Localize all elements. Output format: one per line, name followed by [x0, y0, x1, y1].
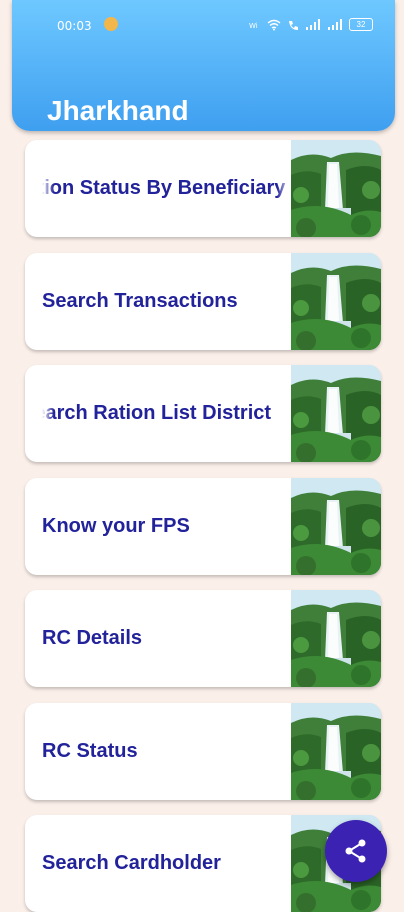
waterfall-image [291, 140, 381, 237]
label-fade [42, 365, 54, 462]
svg-text:Wi: Wi [249, 22, 258, 30]
waterfall-image [291, 365, 381, 462]
status-bar: 00:03 Wi 32 [12, 0, 395, 52]
status-time: 00:03 [57, 19, 92, 33]
share-icon [345, 839, 366, 863]
menu-item-search-ration-list[interactable]: Search Ration List District [25, 365, 381, 462]
wifi-icon [267, 19, 281, 30]
menu-item-search-transactions[interactable]: Search Transactions [25, 253, 381, 350]
status-icons: Wi 32 [249, 18, 373, 31]
menu-item-label: Search Cardholder [42, 852, 221, 874]
signal-icon [306, 18, 320, 30]
waterfall-image [291, 590, 381, 687]
battery-level: 32 [356, 20, 366, 29]
menu-item-label: Search Ration List District [42, 402, 272, 424]
menu-item-label: RC Details [42, 627, 143, 649]
menu-item-label: Ration Status By Beneficiary [42, 177, 286, 199]
menu-item-label: Know your FPS [42, 515, 190, 537]
waterfall-image [291, 253, 381, 350]
page-title: Jharkhand [47, 95, 189, 126]
menu-item-ration-status[interactable]: Ration Status By Beneficiary [25, 140, 381, 237]
menu-item-rc-details[interactable]: RC Details [25, 590, 381, 687]
call-icon [289, 20, 298, 30]
waterfall-image [291, 703, 381, 800]
share-button[interactable] [325, 820, 387, 882]
battery-icon: 32 [349, 18, 373, 31]
menu-item-know-your-fps[interactable]: Know your FPS [25, 478, 381, 575]
vowifi-icon: Wi [249, 22, 258, 30]
waterfall-image [291, 478, 381, 575]
label-fade [42, 140, 54, 237]
menu-item-rc-status[interactable]: RC Status [25, 703, 381, 800]
signal-icon [328, 18, 342, 30]
app-header: 00:03 Wi 32 Jharkhand [12, 0, 395, 131]
notification-icon [104, 17, 118, 31]
menu-item-label: RC Status [42, 740, 138, 762]
menu-item-label: Search Transactions [42, 290, 238, 312]
label-fade [277, 140, 291, 237]
